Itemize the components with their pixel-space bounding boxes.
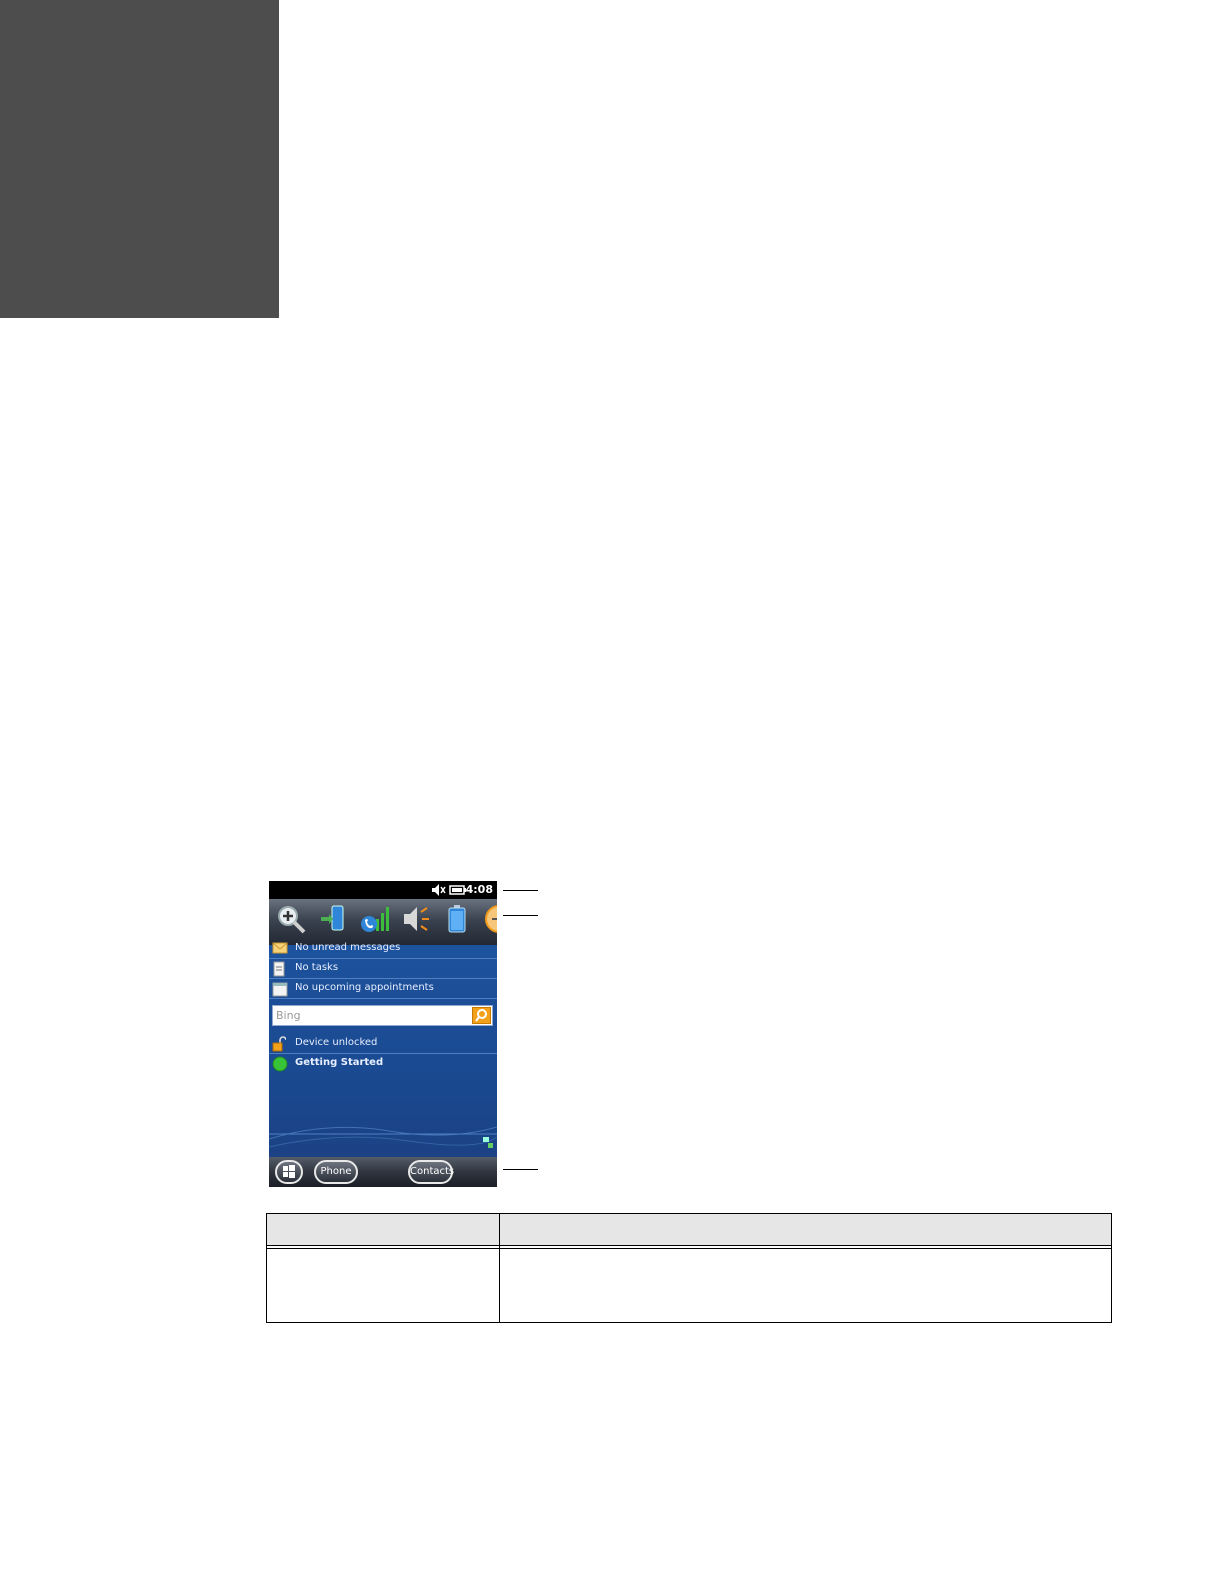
battery-charging-icon[interactable] [449, 881, 467, 899]
phone-softkey[interactable]: Phone [314, 1160, 358, 1184]
description-table [266, 1213, 1112, 1323]
battery-icon[interactable] [445, 903, 469, 935]
phone-signal-icon[interactable] [359, 903, 391, 935]
messages-label: No unread messages [295, 942, 401, 953]
bing-search-field[interactable]: Bing [272, 1005, 493, 1026]
envelope-icon [272, 942, 288, 954]
callout-line-tray [503, 915, 538, 916]
today-item-getting-started[interactable]: Getting Started [269, 1053, 497, 1073]
zoom-in-icon[interactable] [275, 903, 307, 935]
today-item-device-lock[interactable]: Device unlocked [269, 1033, 497, 1054]
windows-logo-icon [283, 1165, 295, 1178]
search-icon [475, 1009, 487, 1022]
table-cell [499, 1248, 1112, 1323]
tasks-label: No tasks [295, 962, 339, 973]
getting-started-label: Getting Started [295, 1057, 384, 1068]
chapter-tab-block [0, 0, 279, 318]
calendar-icon [272, 982, 288, 997]
table-header-cell [266, 1213, 500, 1246]
clipboard-icon [273, 961, 285, 977]
speaker-muted-icon[interactable] [430, 881, 446, 899]
table-header-row [266, 1213, 1112, 1246]
clock-time[interactable]: 4:08 [466, 883, 493, 896]
getting-started-icon [272, 1056, 288, 1072]
callout-line-status-bar [503, 890, 538, 891]
callout-line-softkeys [503, 1169, 538, 1170]
today-item-appointments[interactable]: No upcoming appointments [269, 978, 497, 999]
background-swoosh [269, 1126, 497, 1148]
device-screenshot: 4:08 No unread messages No tasks No upco… [269, 881, 497, 1187]
today-item-tasks[interactable]: No tasks [269, 958, 497, 979]
volume-icon[interactable] [401, 903, 433, 935]
clock-icon[interactable] [483, 903, 497, 935]
appointments-label: No upcoming appointments [295, 982, 434, 993]
today-item-messages[interactable]: No unread messages [269, 938, 497, 959]
search-button[interactable] [472, 1007, 491, 1024]
table-cell [266, 1248, 500, 1323]
sync-device-icon[interactable] [317, 903, 349, 935]
start-button[interactable] [275, 1160, 303, 1184]
table-row [266, 1248, 1112, 1323]
status-bar: 4:08 [269, 881, 497, 899]
unlocked-padlock-icon [272, 1036, 286, 1052]
search-placeholder: Bing [276, 1009, 301, 1022]
contacts-softkey[interactable]: Contacts [408, 1160, 454, 1184]
soft-key-bar: Phone Contacts [269, 1157, 497, 1187]
device-lock-label: Device unlocked [295, 1037, 378, 1048]
table-header-cell [499, 1213, 1112, 1246]
